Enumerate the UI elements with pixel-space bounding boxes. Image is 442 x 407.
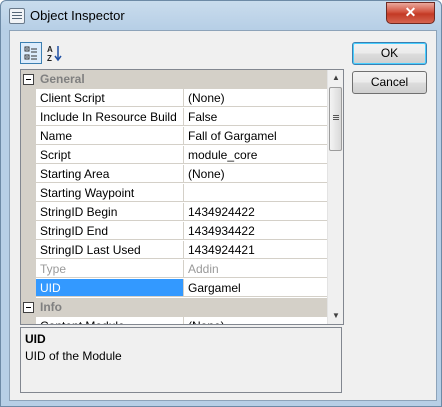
category-general[interactable]: General <box>21 70 327 89</box>
property-row-content-module[interactable]: Content Module (None) <box>21 317 327 324</box>
property-name: Starting Waypoint <box>36 184 184 202</box>
scroll-down-button[interactable]: ▼ <box>328 308 343 324</box>
property-name: Client Script <box>36 89 184 107</box>
property-name: Script <box>36 146 184 164</box>
category-label: General <box>40 72 85 86</box>
collapse-general-icon[interactable] <box>23 74 34 85</box>
property-row-stringid-last-used[interactable]: StringID Last Used 1434924421 <box>21 241 327 260</box>
cancel-button[interactable]: Cancel <box>352 71 427 94</box>
property-value: Addin <box>184 260 327 278</box>
category-label: Info <box>40 300 62 314</box>
property-name: StringID End <box>36 222 184 240</box>
row-gutter <box>21 222 36 241</box>
property-row-name[interactable]: Name Fall of Gargamel <box>21 127 327 146</box>
property-row-starting-area[interactable]: Starting Area (None) <box>21 165 327 184</box>
property-value[interactable]: (None) <box>184 165 327 183</box>
row-gutter <box>21 108 36 127</box>
property-value[interactable]: (None) <box>184 317 327 324</box>
alphabetical-view-button[interactable]: A Z <box>44 42 66 64</box>
property-row-starting-waypoint[interactable]: Starting Waypoint <box>21 184 327 203</box>
row-gutter <box>21 279 36 298</box>
row-gutter <box>21 146 36 165</box>
collapse-info-icon[interactable] <box>23 302 34 313</box>
scroll-up-button[interactable]: ▲ <box>328 70 343 86</box>
property-row-uid[interactable]: UID Gargamel <box>21 279 327 298</box>
property-value[interactable]: 1434924421 <box>184 241 327 259</box>
scroll-grip-icon <box>333 115 339 116</box>
property-name: Name <box>36 127 184 145</box>
property-value[interactable]: 1434934422 <box>184 222 327 240</box>
row-gutter <box>21 184 36 203</box>
description-text: UID of the Module <box>25 349 122 363</box>
property-name: Content Module <box>36 317 184 324</box>
dialog-client-area: A Z General Client Script (None) Include… <box>9 30 437 401</box>
object-inspector-window: Object Inspector ✕ A Z General Client Sc… <box>0 0 442 407</box>
property-row-client-script[interactable]: Client Script (None) <box>21 89 327 108</box>
property-name: Starting Area <box>36 165 184 183</box>
window-title: Object Inspector <box>30 8 125 23</box>
categorized-view-icon <box>24 46 37 60</box>
categorized-view-button[interactable] <box>20 42 42 64</box>
property-value[interactable] <box>184 184 327 202</box>
sort-az-top-letter: A <box>47 45 53 54</box>
property-row-stringid-end[interactable]: StringID End 1434934422 <box>21 222 327 241</box>
sort-az-icon: A Z <box>47 45 62 63</box>
property-name: UID <box>36 279 184 297</box>
property-row-type[interactable]: Type Addin <box>21 260 327 279</box>
row-gutter <box>21 165 36 184</box>
property-name: StringID Last Used <box>36 241 184 259</box>
row-gutter <box>21 203 36 222</box>
property-grid[interactable]: General Client Script (None) Include In … <box>20 69 344 325</box>
property-value[interactable]: (None) <box>184 89 327 107</box>
row-gutter <box>21 127 36 146</box>
window-app-icon <box>9 8 25 24</box>
row-gutter <box>21 241 36 260</box>
description-pane: UID UID of the Module <box>20 327 342 393</box>
scroll-thumb[interactable] <box>329 87 342 151</box>
title-bar[interactable]: Object Inspector ✕ <box>1 1 441 30</box>
property-value[interactable]: Fall of Gargamel <box>184 127 327 145</box>
property-row-include-in-resource-build[interactable]: Include In Resource Build False <box>21 108 327 127</box>
property-row-stringid-begin[interactable]: StringID Begin 1434924422 <box>21 203 327 222</box>
row-gutter <box>21 260 36 279</box>
close-button[interactable]: ✕ <box>386 2 435 24</box>
ok-button[interactable]: OK <box>352 42 427 65</box>
property-value[interactable]: Gargamel <box>184 279 327 297</box>
property-name: Type <box>36 260 184 278</box>
vertical-scrollbar[interactable]: ▲ ▼ <box>327 70 343 324</box>
category-info[interactable]: Info <box>21 298 327 317</box>
property-value[interactable]: module_core <box>184 146 327 164</box>
row-gutter <box>21 317 36 324</box>
sort-az-bottom-letter: Z <box>47 54 52 63</box>
property-name: StringID Begin <box>36 203 184 221</box>
property-value[interactable]: False <box>184 108 327 126</box>
property-value[interactable]: 1434924422 <box>184 203 327 221</box>
property-name: Include In Resource Build <box>36 108 184 126</box>
description-title: UID <box>25 332 46 346</box>
property-row-script[interactable]: Script module_core <box>21 146 327 165</box>
row-gutter <box>21 89 36 108</box>
